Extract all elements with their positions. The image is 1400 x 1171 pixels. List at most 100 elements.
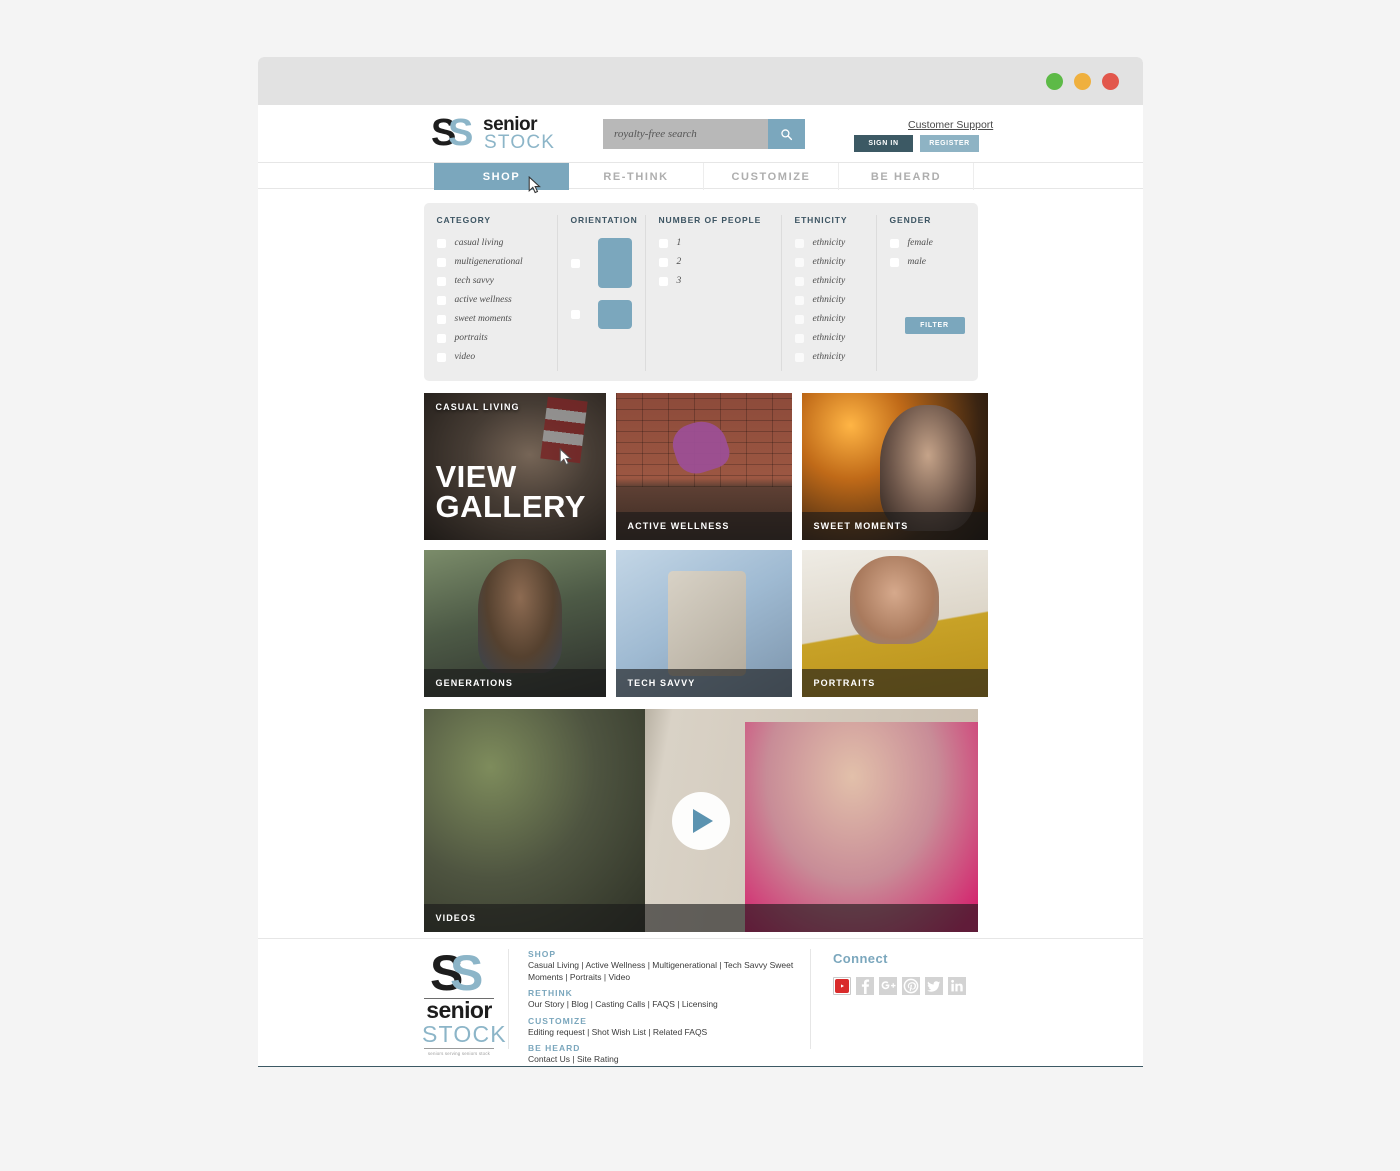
- checkbox-portraits[interactable]: [436, 333, 446, 343]
- filter-option-ethnicity-4[interactable]: ethnicity: [794, 295, 863, 305]
- checkbox-sweet-moments[interactable]: [436, 314, 446, 324]
- close-button[interactable]: [1102, 72, 1119, 90]
- footer-title-shop: SHOP: [528, 949, 557, 959]
- pinterest-icon[interactable]: [902, 977, 920, 995]
- minimize-button[interactable]: [1046, 72, 1063, 90]
- window-controls: [1046, 72, 1119, 90]
- view-gallery-overlay: VIEW GALLERY: [435, 459, 586, 524]
- filter-option-people-1[interactable]: 1: [658, 238, 768, 248]
- filter-option-ethnicity-2[interactable]: ethnicity: [794, 257, 863, 267]
- filter-title-ethnicity: ETHNICITY: [794, 215, 848, 225]
- gallery-tile-portraits[interactable]: PORTRAITS: [801, 550, 988, 697]
- checkbox-people-1[interactable]: [658, 238, 668, 248]
- filter-option-ethnicity-7[interactable]: ethnicity: [794, 352, 863, 362]
- footer-title-beheard: BE HEARD: [528, 1043, 581, 1053]
- maximize-button[interactable]: [1074, 72, 1091, 90]
- gallery-tile-casual-living[interactable]: CASUAL LIVING VIEW GALLERY: [423, 393, 606, 540]
- checkbox-male[interactable]: [889, 257, 899, 267]
- filter-option-portrait-orientation[interactable]: [570, 238, 632, 288]
- checkbox-tech-savvy[interactable]: [436, 276, 446, 286]
- filter-option-tech-savvy[interactable]: tech savvy: [436, 276, 544, 286]
- site-logo[interactable]: S S senior STOCK: [431, 113, 554, 155]
- nav-tab-customize[interactable]: CUSTOMIZE: [704, 163, 839, 190]
- filter-option-video[interactable]: video: [436, 352, 544, 362]
- nav-tabs: SHOP RE-THINK CUSTOMIZE BE HEARD: [434, 163, 974, 190]
- gallery-caption-portraits: PORTRAITS: [801, 669, 988, 697]
- checkbox-portrait-orientation[interactable]: [570, 258, 580, 268]
- logo-word-stock: STOCK: [484, 132, 556, 153]
- search-icon: [781, 128, 793, 140]
- filter-option-male[interactable]: male: [889, 257, 965, 267]
- footer-logo-word-stock: STOCK: [422, 1021, 507, 1047]
- filter-option-landscape-orientation[interactable]: [570, 300, 632, 329]
- gallery-tile-tech-savvy[interactable]: TECH SAVVY: [615, 550, 792, 697]
- checkbox-people-2[interactable]: [658, 257, 668, 267]
- checkbox-ethnicity-2[interactable]: [794, 257, 804, 267]
- filter-title-category: CATEGORY: [436, 215, 491, 225]
- page-body: CATEGORY casual living multigenerational…: [258, 203, 1143, 938]
- linkedin-icon[interactable]: [948, 977, 966, 995]
- googleplus-icon[interactable]: [879, 977, 897, 995]
- nav-tab-shop[interactable]: SHOP: [434, 163, 569, 190]
- footer-logo-tagline: seniors serving seniors stock: [427, 1051, 491, 1056]
- register-button[interactable]: REGISTER: [920, 135, 979, 152]
- checkbox-video[interactable]: [436, 352, 446, 362]
- checkbox-ethnicity-7[interactable]: [794, 352, 804, 362]
- filter-option-active-wellness[interactable]: active wellness: [436, 295, 544, 305]
- filter-option-casual-living[interactable]: casual living: [436, 238, 544, 248]
- video-banner[interactable]: VIDEOS: [423, 709, 978, 932]
- checkbox-multigenerational[interactable]: [436, 257, 446, 267]
- nav-tab-beheard[interactable]: BE HEARD: [839, 163, 974, 190]
- gallery-tile-active-wellness[interactable]: ACTIVE WELLNESS: [615, 393, 792, 540]
- footer-links-shop[interactable]: Casual Living | Active Wellness | Multig…: [528, 960, 808, 983]
- checkbox-casual-living[interactable]: [436, 238, 446, 248]
- search-input[interactable]: [603, 119, 768, 149]
- checkbox-ethnicity-3[interactable]: [794, 276, 804, 286]
- twitter-icon[interactable]: [925, 977, 943, 995]
- gallery-tile-sweet-moments[interactable]: SWEET MOMENTS: [801, 393, 988, 540]
- landscape-orientation-swatch: [597, 300, 632, 329]
- video-play-button[interactable]: [671, 791, 730, 850]
- filter-option-ethnicity-1[interactable]: ethnicity: [794, 238, 863, 248]
- filter-submit-button[interactable]: FILTER: [904, 317, 965, 334]
- filter-option-sweet-moments[interactable]: sweet moments: [436, 314, 544, 324]
- sign-in-button[interactable]: SIGN IN: [854, 135, 913, 152]
- filter-option-people-3[interactable]: 3: [658, 276, 768, 286]
- label-people-2: 2: [676, 257, 682, 267]
- footer-link-columns: SHOP Casual Living | Active Wellness | M…: [528, 949, 808, 1067]
- footer-links-customize[interactable]: Editing request | Shot Wish List | Relat…: [528, 1027, 808, 1039]
- filter-option-ethnicity-3[interactable]: ethnicity: [794, 276, 863, 286]
- filter-option-ethnicity-5[interactable]: ethnicity: [794, 314, 863, 324]
- checkbox-ethnicity-6[interactable]: [794, 333, 804, 343]
- checkbox-active-wellness[interactable]: [436, 295, 446, 305]
- checkbox-ethnicity-5[interactable]: [794, 314, 804, 324]
- filter-option-ethnicity-6[interactable]: ethnicity: [794, 333, 863, 343]
- footer-group-rethink: RETHINK Our Story | Blog | Casting Calls…: [528, 988, 808, 1011]
- footer-links-beheard[interactable]: Contact Us | Site Rating: [528, 1054, 808, 1066]
- search-button[interactable]: [768, 119, 805, 149]
- footer-logo[interactable]: S S senior STOCK seniors serving seniors…: [422, 948, 507, 1056]
- gallery-tile-generations[interactable]: GENERATIONS: [423, 550, 606, 697]
- browser-window: S S senior STOCK Customer Support SIGN I…: [258, 57, 1143, 1067]
- facebook-icon[interactable]: [856, 977, 874, 995]
- label-video: video: [454, 352, 476, 362]
- label-ethnicity-1: ethnicity: [812, 238, 846, 248]
- footer-logo-word-senior: senior: [426, 997, 492, 1023]
- checkbox-ethnicity-1[interactable]: [794, 238, 804, 248]
- filter-column-category: CATEGORY casual living multigenerational…: [424, 215, 557, 371]
- nav-tab-rethink[interactable]: RE-THINK: [569, 163, 704, 190]
- checkbox-people-3[interactable]: [658, 276, 668, 286]
- gallery-caption-tech-savvy: TECH SAVVY: [615, 669, 792, 697]
- youtube-icon[interactable]: [833, 977, 851, 995]
- filter-option-female[interactable]: female: [889, 238, 965, 248]
- checkbox-landscape-orientation[interactable]: [570, 310, 580, 319]
- filter-column-people: NUMBER OF PEOPLE 1 2 3: [644, 215, 781, 371]
- filter-option-portraits[interactable]: portraits: [436, 333, 544, 343]
- filter-option-multigenerational[interactable]: multigenerational: [436, 257, 544, 267]
- footer-links-rethink[interactable]: Our Story | Blog | Casting Calls | FAQS …: [528, 999, 808, 1011]
- checkbox-female[interactable]: [889, 238, 899, 248]
- customer-support-link[interactable]: Customer Support: [908, 119, 993, 131]
- filter-column-gender: GENDER female male FILTER: [875, 215, 978, 371]
- checkbox-ethnicity-4[interactable]: [794, 295, 804, 305]
- filter-option-people-2[interactable]: 2: [658, 257, 768, 267]
